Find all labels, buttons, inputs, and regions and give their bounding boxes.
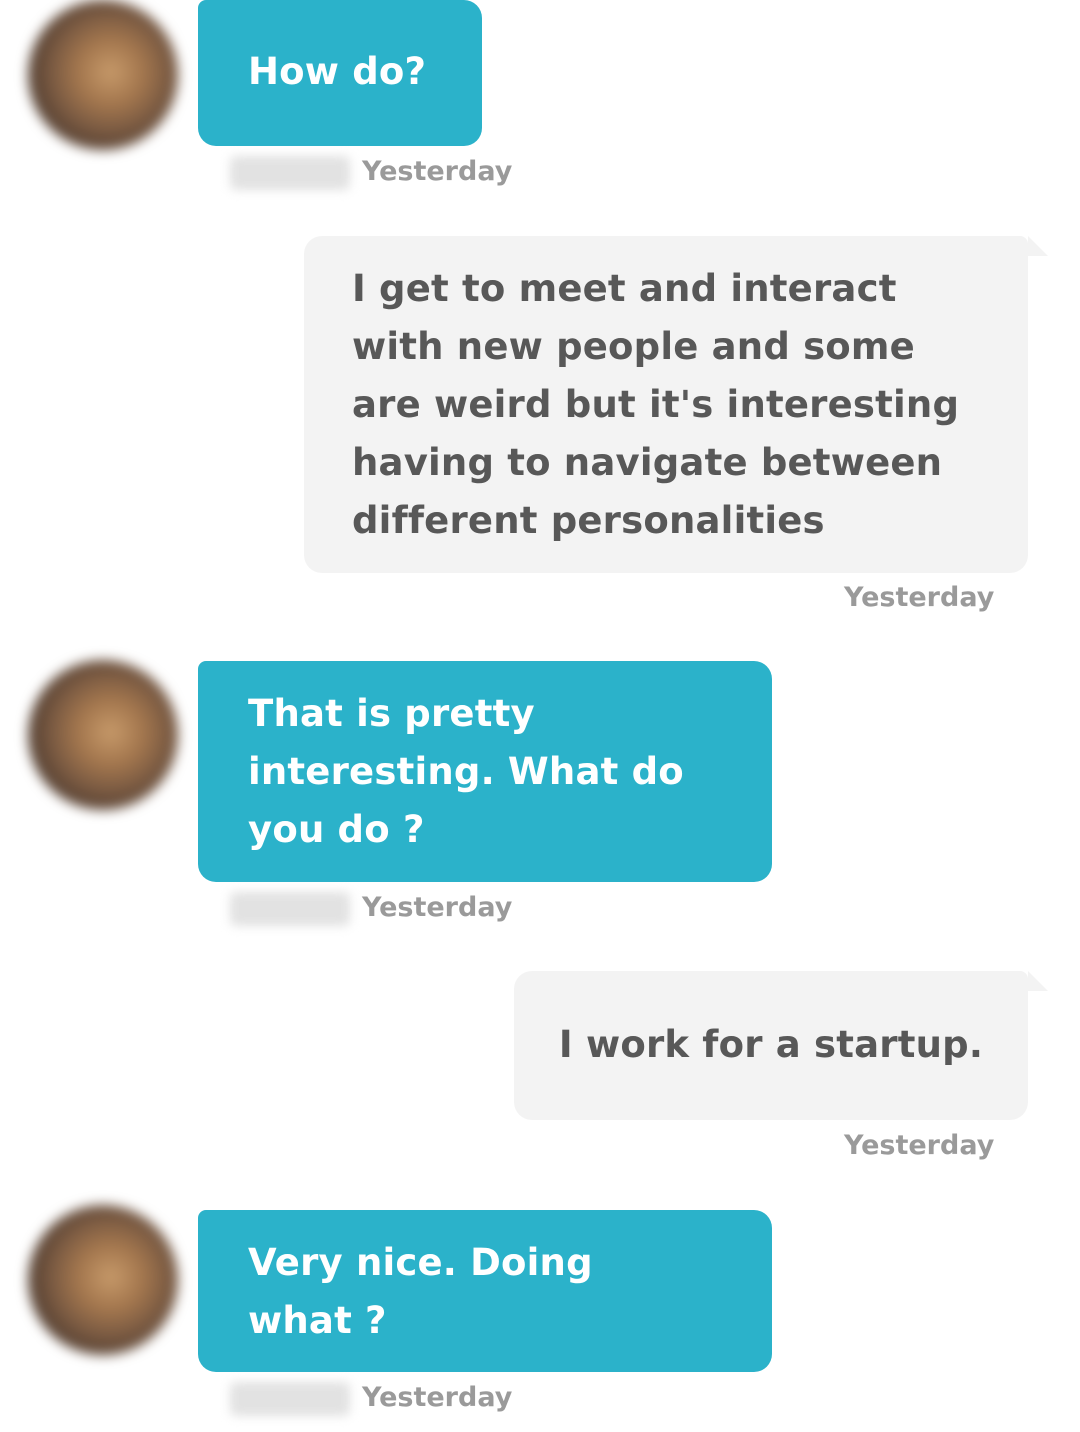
sender-avatar[interactable] <box>28 1205 178 1355</box>
message-line: I work for a startup. <box>558 1023 984 1066</box>
message-line: with new people and some <box>352 325 915 368</box>
message-line: having to navigate between <box>352 441 943 484</box>
message-line: I get to meet and interact <box>352 267 897 310</box>
incoming-message-bubble[interactable]: How do? <box>198 0 482 146</box>
message-timestamp: Yesterday <box>362 892 513 923</box>
message-line: what ? <box>248 1299 387 1342</box>
outgoing-bubble-tail <box>1028 971 1048 991</box>
message-line: are weird but it's interesting <box>352 383 960 426</box>
message-line: you do ? <box>248 808 425 851</box>
message-line: That is pretty <box>248 692 535 735</box>
outgoing-bubble-tail <box>1028 236 1048 256</box>
message-line: Very nice. Doing <box>248 1241 593 1284</box>
message-line: interesting. What do <box>248 750 684 793</box>
message-timestamp: Yesterday <box>362 1382 513 1413</box>
message-line: different personalities <box>352 499 825 542</box>
incoming-message-meta: Yesterday <box>230 152 512 192</box>
message-timestamp: Yesterday <box>844 1130 995 1161</box>
sender-avatar[interactable] <box>28 0 178 150</box>
incoming-message-bubble[interactable]: Very nice. Doing what ? <box>198 1210 772 1372</box>
message-timestamp: Yesterday <box>362 156 513 187</box>
chat-thread: How do? Yesterday I get to meet and inte… <box>0 0 1080 1432</box>
blurred-sender-name <box>230 155 350 190</box>
message-line: How do? <box>248 50 427 93</box>
blurred-sender-name <box>230 1381 350 1416</box>
sender-avatar[interactable] <box>28 660 178 810</box>
outgoing-message-bubble[interactable]: I work for a startup. <box>514 971 1028 1120</box>
incoming-message-meta: Yesterday <box>230 888 512 928</box>
message-timestamp: Yesterday <box>844 582 995 613</box>
outgoing-message-bubble[interactable]: I get to meet and interact with new peop… <box>304 236 1028 573</box>
blurred-sender-name <box>230 891 350 926</box>
incoming-message-bubble[interactable]: That is pretty interesting. What do you … <box>198 661 772 882</box>
incoming-message-meta: Yesterday <box>230 1378 512 1418</box>
